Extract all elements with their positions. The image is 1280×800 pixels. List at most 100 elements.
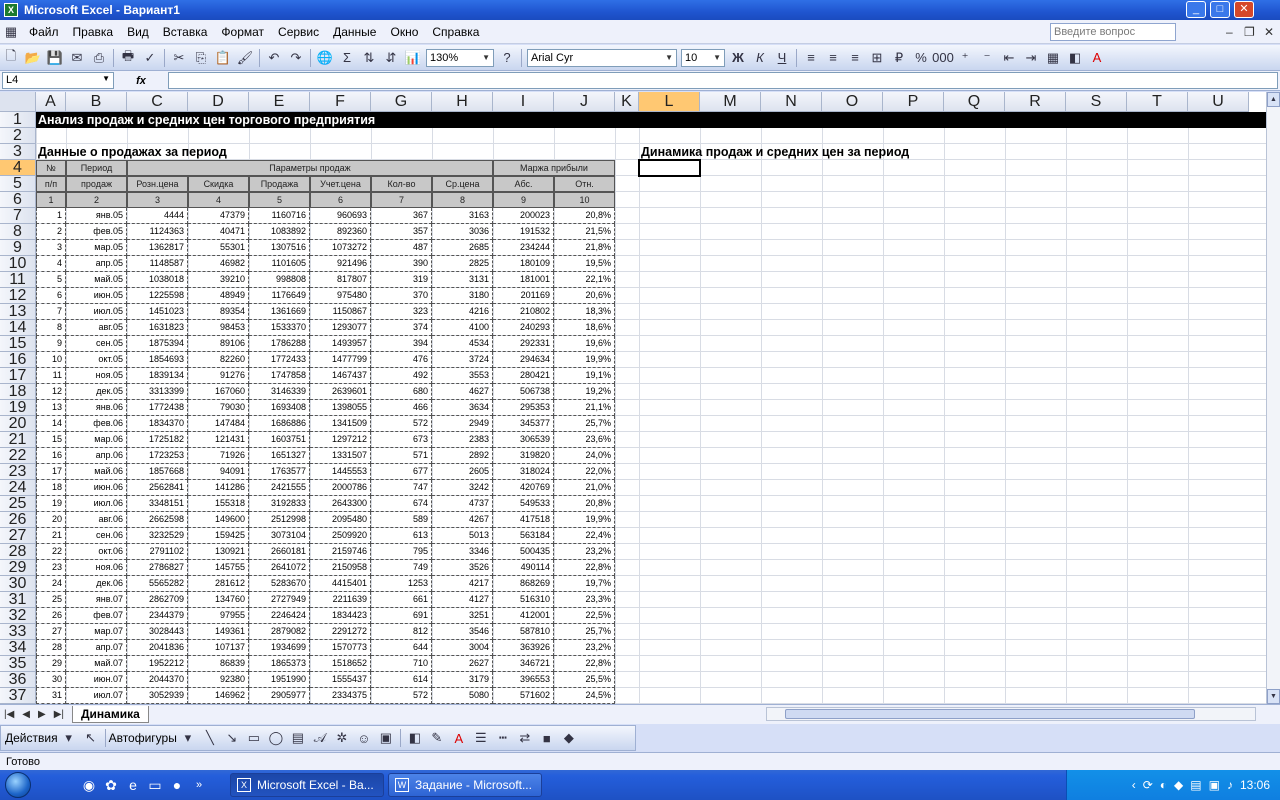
data-cell[interactable]: 975480	[310, 288, 371, 304]
data-cell[interactable]: 20,6%	[554, 288, 615, 304]
sort-desc-icon[interactable]: ⇵	[380, 48, 402, 68]
data-cell[interactable]: 1854693	[127, 352, 188, 368]
data-cell[interactable]: 1445553	[310, 464, 371, 480]
data-cell[interactable]: май.06	[66, 464, 127, 480]
font-color-icon[interactable]: A	[448, 728, 470, 748]
data-cell[interactable]: 1725182	[127, 432, 188, 448]
data-cell[interactable]: 134760	[188, 592, 249, 608]
column-header-T[interactable]: T	[1127, 92, 1188, 112]
data-cell[interactable]: 2685	[432, 240, 493, 256]
menu-view[interactable]: Вид	[120, 25, 156, 39]
data-cell[interactable]: 294634	[493, 352, 554, 368]
data-cell[interactable]: 2791102	[127, 544, 188, 560]
data-cell[interactable]: 98453	[188, 320, 249, 336]
row-header-1[interactable]: 1	[0, 112, 36, 128]
data-cell[interactable]: 1786288	[249, 336, 310, 352]
data-cell[interactable]: 3553	[432, 368, 493, 384]
header-index-cell[interactable]: 5	[249, 192, 310, 208]
row-header-12[interactable]: 12	[0, 288, 36, 304]
data-cell[interactable]: 23,2%	[554, 640, 615, 656]
chat-icon[interactable]: ●	[166, 774, 188, 796]
data-cell[interactable]: 21,1%	[554, 400, 615, 416]
data-cell[interactable]: 674	[371, 496, 432, 512]
row-header-5[interactable]: 5	[0, 176, 36, 192]
messenger-icon[interactable]: ✿	[100, 774, 122, 796]
data-cell[interactable]: 417518	[493, 512, 554, 528]
data-cell[interactable]: 1570773	[310, 640, 371, 656]
row-header-10[interactable]: 10	[0, 256, 36, 272]
column-header-B[interactable]: B	[66, 92, 127, 112]
data-cell[interactable]: 1603751	[249, 432, 310, 448]
italic-icon[interactable]: К	[749, 48, 771, 68]
data-cell[interactable]: 7	[36, 304, 66, 320]
data-cell[interactable]: 4534	[432, 336, 493, 352]
data-cell[interactable]: 1451023	[127, 304, 188, 320]
column-header-M[interactable]: M	[700, 92, 761, 112]
data-cell[interactable]: 30	[36, 672, 66, 688]
data-cell[interactable]: 412001	[493, 608, 554, 624]
data-cell[interactable]: 2334375	[310, 688, 371, 704]
hyperlink-icon[interactable]: 🌐	[314, 48, 336, 68]
data-cell[interactable]: 2421555	[249, 480, 310, 496]
data-cell[interactable]: 25,5%	[554, 672, 615, 688]
data-cell[interactable]: 5565282	[127, 576, 188, 592]
data-cell[interactable]: 280421	[493, 368, 554, 384]
data-cell[interactable]: 3348151	[127, 496, 188, 512]
data-cell[interactable]: 466	[371, 400, 432, 416]
header-sub-cell[interactable]: Ср.цена	[432, 176, 493, 192]
data-cell[interactable]: 25	[36, 592, 66, 608]
data-cell[interactable]: 3073104	[249, 528, 310, 544]
data-cell[interactable]: 1651327	[249, 448, 310, 464]
data-cell[interactable]: 673	[371, 432, 432, 448]
data-cell[interactable]: 476	[371, 352, 432, 368]
data-cell[interactable]: 1934699	[249, 640, 310, 656]
data-cell[interactable]: 9	[36, 336, 66, 352]
selected-cell[interactable]	[638, 159, 701, 177]
actions-menu[interactable]: Действия	[5, 731, 58, 745]
data-cell[interactable]: 1686886	[249, 416, 310, 432]
data-cell[interactable]: 240293	[493, 320, 554, 336]
row-header-11[interactable]: 11	[0, 272, 36, 288]
data-cell[interactable]: 19,1%	[554, 368, 615, 384]
data-cell[interactable]: 23,2%	[554, 544, 615, 560]
data-cell[interactable]: окт.06	[66, 544, 127, 560]
data-cell[interactable]: 21	[36, 528, 66, 544]
doc-minimize-icon[interactable]: –	[1226, 25, 1233, 39]
data-cell[interactable]: 661	[371, 592, 432, 608]
column-header-N[interactable]: N	[761, 92, 822, 112]
line-color-icon[interactable]: ✎	[426, 728, 448, 748]
data-cell[interactable]: 2383	[432, 432, 493, 448]
row-header-18[interactable]: 18	[0, 384, 36, 400]
column-header-L[interactable]: L	[639, 92, 700, 112]
data-cell[interactable]: 747	[371, 480, 432, 496]
data-cell[interactable]: 23	[36, 560, 66, 576]
data-cell[interactable]: 1951990	[249, 672, 310, 688]
print-preview-icon[interactable]: ⎙	[88, 48, 110, 68]
data-cell[interactable]: 5013	[432, 528, 493, 544]
row-header-30[interactable]: 30	[0, 576, 36, 592]
data-cell[interactable]: 1839134	[127, 368, 188, 384]
row-header-33[interactable]: 33	[0, 624, 36, 640]
data-cell[interactable]: 5	[36, 272, 66, 288]
header-margin[interactable]: Маржа прибыли	[493, 160, 615, 176]
column-header-P[interactable]: P	[883, 92, 944, 112]
scroll-up-icon[interactable]: ▲	[1267, 92, 1280, 107]
data-cell[interactable]: 19,5%	[554, 256, 615, 272]
sheet-tab-dinamika[interactable]: Динамика	[72, 706, 149, 723]
data-cell[interactable]: 367	[371, 208, 432, 224]
data-cell[interactable]: 201169	[493, 288, 554, 304]
data-cell[interactable]: 19,9%	[554, 352, 615, 368]
data-cell[interactable]: 3052939	[127, 688, 188, 704]
data-cell[interactable]: 146962	[188, 688, 249, 704]
data-cell[interactable]: 94091	[188, 464, 249, 480]
data-cell[interactable]: 1101605	[249, 256, 310, 272]
sort-asc-icon[interactable]: ⇅	[358, 48, 380, 68]
data-cell[interactable]: 680	[371, 384, 432, 400]
increase-indent-icon[interactable]: ⇥	[1020, 48, 1042, 68]
save-icon[interactable]: 💾	[44, 48, 66, 68]
data-cell[interactable]: 1693408	[249, 400, 310, 416]
data-cell[interactable]: 86839	[188, 656, 249, 672]
data-cell[interactable]: 14	[36, 416, 66, 432]
data-cell[interactable]: 589	[371, 512, 432, 528]
merge-center-icon[interactable]: ⊞	[866, 48, 888, 68]
